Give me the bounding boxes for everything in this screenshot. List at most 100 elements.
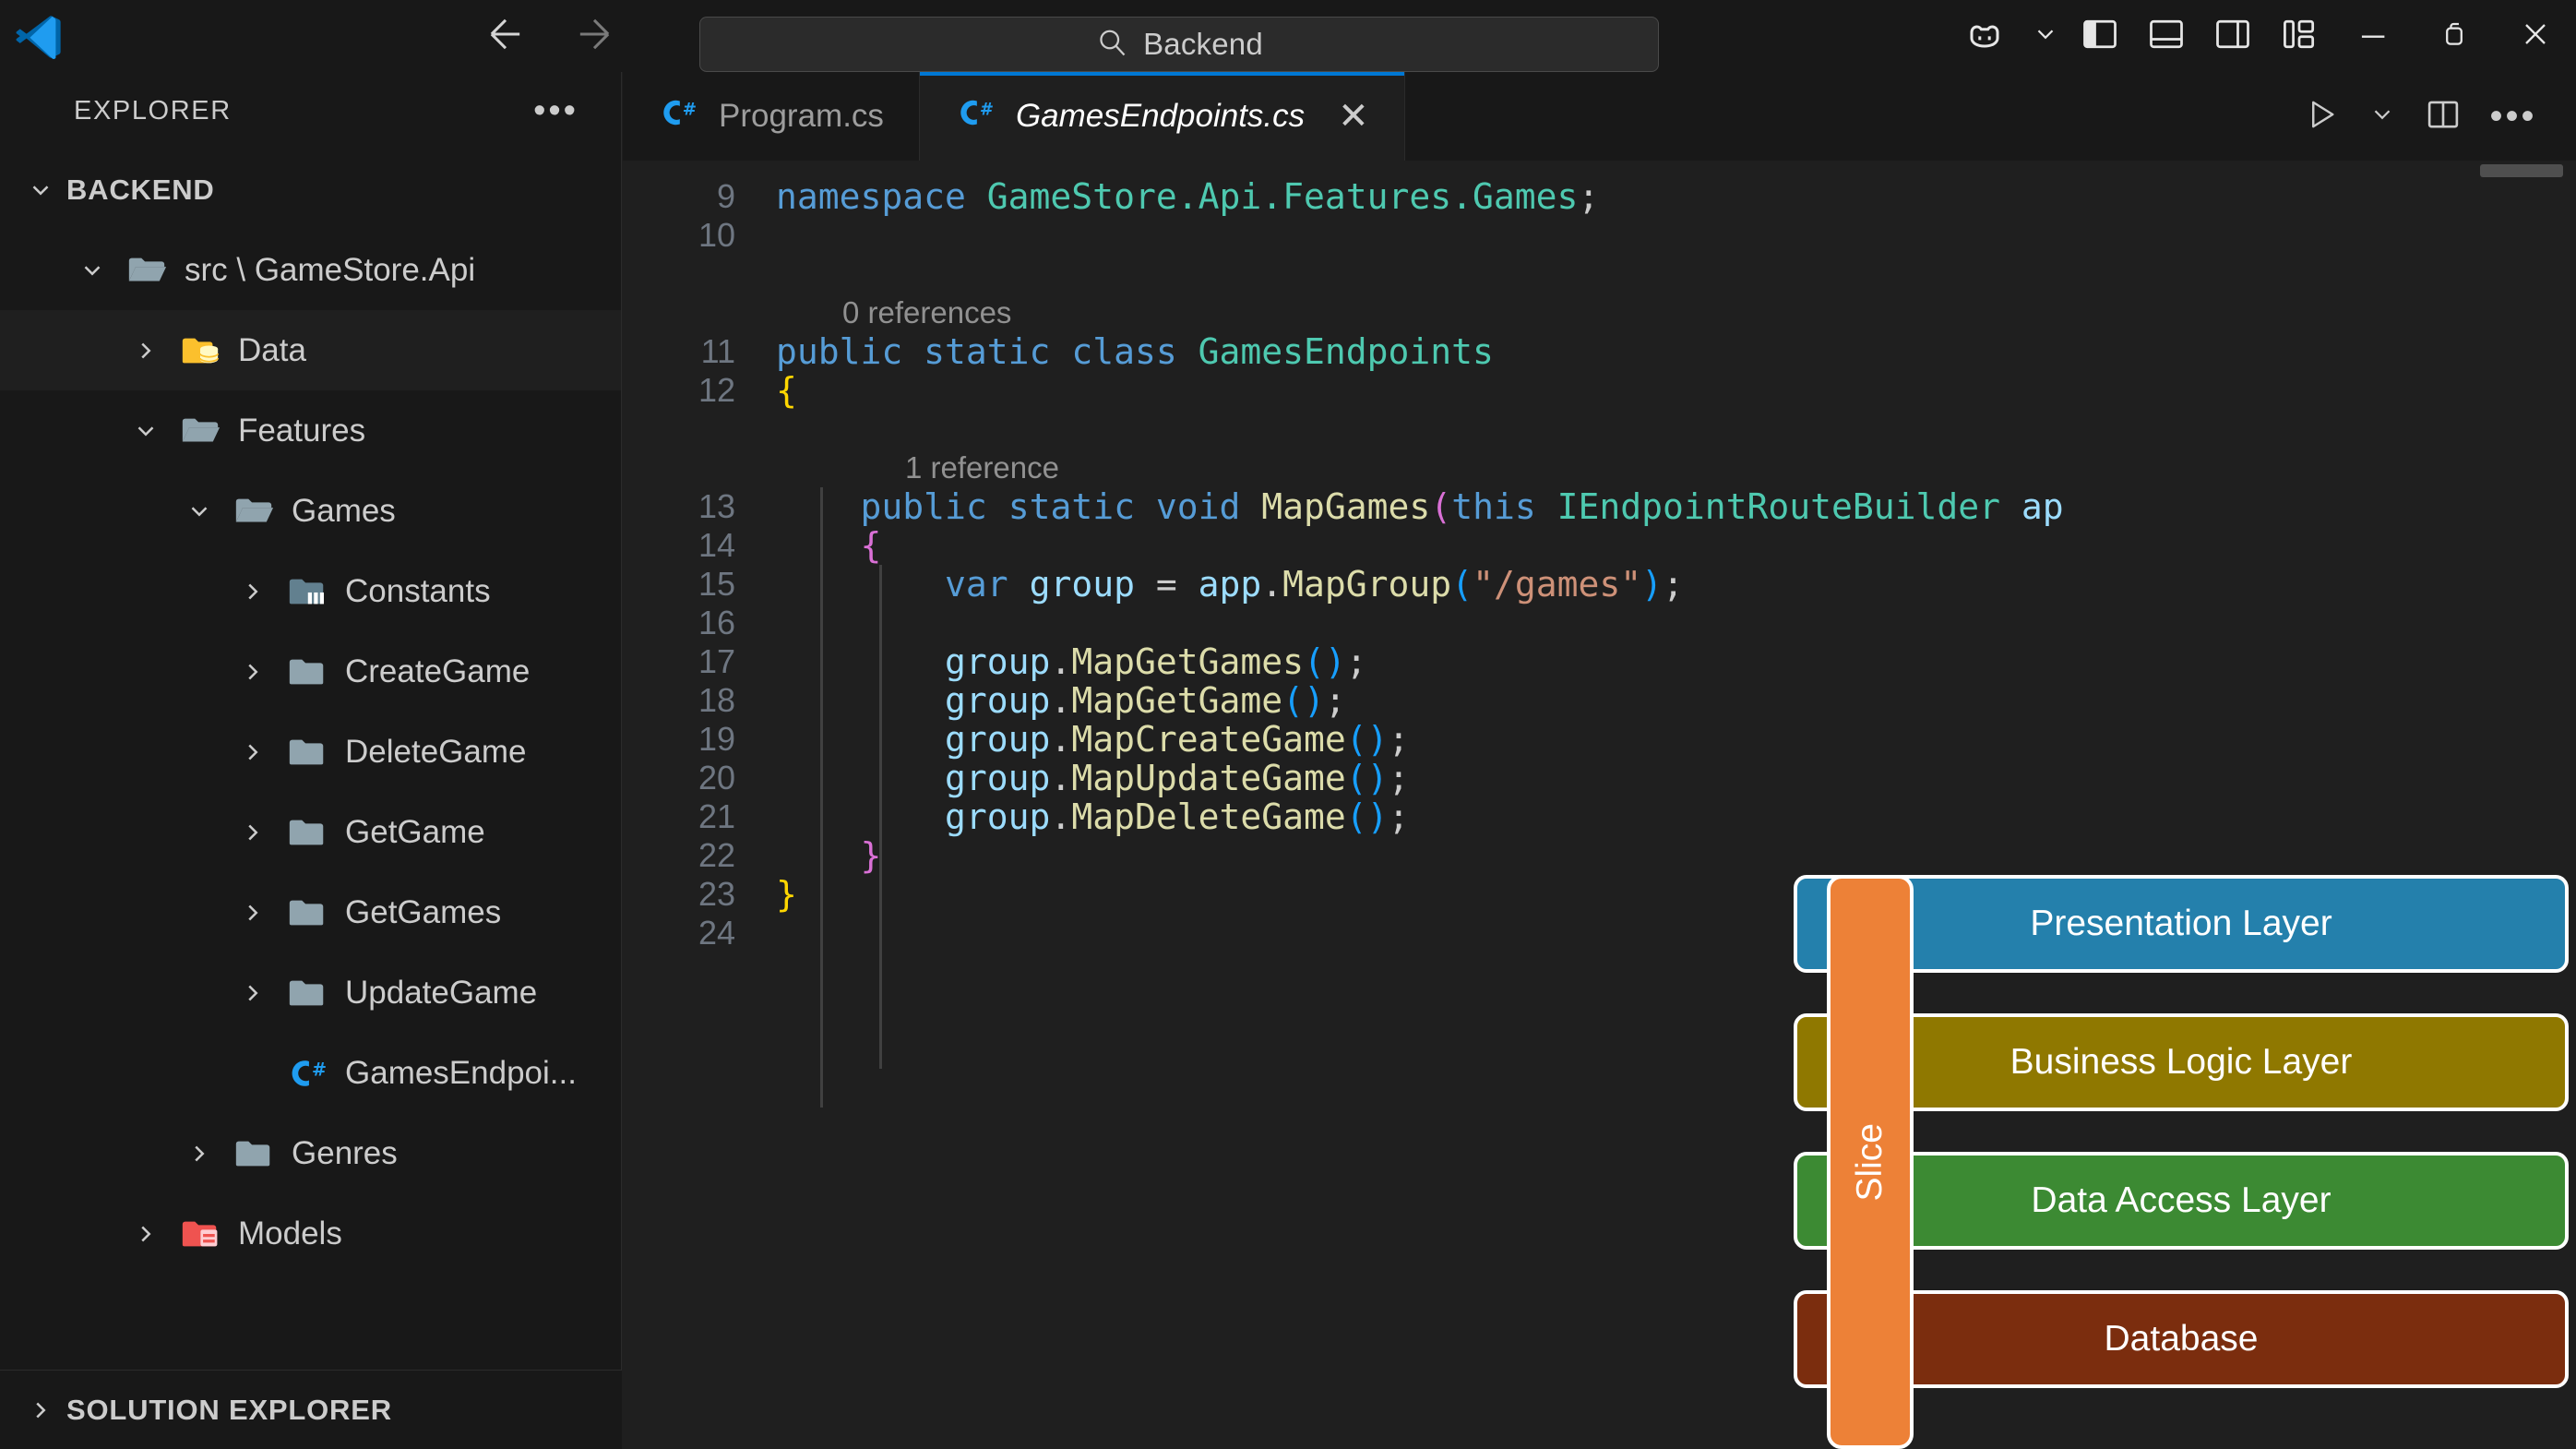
codelens-one-reference[interactable]: 1 reference xyxy=(623,449,2576,487)
chevron-right-icon[interactable] xyxy=(227,899,279,927)
token-method-name: MapGames xyxy=(1261,486,1431,527)
token-paren-close: ) xyxy=(1366,719,1389,760)
solution-explorer-section[interactable]: SOLUTION EXPLORER xyxy=(0,1370,622,1449)
tree-item-backend[interactable]: BACKEND xyxy=(0,150,621,230)
tree-item-src-gamestore-api[interactable]: src \ GameStore.Api xyxy=(0,230,621,310)
code-line: 11 public static class GamesEndpoints xyxy=(623,331,2576,372)
chevron-right-icon[interactable] xyxy=(173,1140,225,1168)
tree-item-models[interactable]: Models xyxy=(0,1193,621,1274)
explorer-sidebar: EXPLORER ••• BACKEND src \ GameStore.Api xyxy=(0,72,622,1449)
toggle-secondary-sidebar-button[interactable] xyxy=(2200,0,2266,72)
navigation-arrows xyxy=(480,0,620,72)
chevron-right-icon[interactable] xyxy=(227,658,279,686)
explorer-more-actions-button[interactable]: ••• xyxy=(533,93,578,128)
token-keyword: public xyxy=(860,486,987,527)
chevron-down-icon[interactable] xyxy=(120,417,172,445)
minimize-icon: ─ xyxy=(2361,18,2385,54)
csharp-file-icon: # xyxy=(955,92,996,141)
explorer-header: EXPLORER ••• xyxy=(0,72,621,150)
tab-close-button[interactable]: ✕ xyxy=(1338,95,1369,138)
token-paren-open: ( xyxy=(1451,564,1473,605)
close-window-button[interactable] xyxy=(2495,0,2576,72)
layer-label: Business Logic Layer xyxy=(2010,1042,2353,1082)
tree-item-label: GetGames xyxy=(345,893,502,930)
search-input-value[interactable]: Backend xyxy=(1143,27,1263,62)
token-keyword: class xyxy=(1071,331,1177,372)
tab-program-cs[interactable]: # Program.cs xyxy=(623,72,920,161)
chevron-down-icon[interactable] xyxy=(173,497,225,525)
copilot-menu-button[interactable] xyxy=(2024,0,2067,72)
token-variable: app xyxy=(1198,564,1262,605)
chevron-down-icon[interactable] xyxy=(15,176,66,204)
run-options-button[interactable] xyxy=(2356,72,2408,161)
editor-more-actions-button[interactable]: ••• xyxy=(2478,72,2548,161)
tree-item-deletegame[interactable]: DeleteGame xyxy=(0,712,621,792)
chevron-right-icon[interactable] xyxy=(15,1396,66,1424)
chevron-right-icon[interactable] xyxy=(227,819,279,846)
folder-models-icon xyxy=(172,1213,229,1255)
tree-item-features[interactable]: Features xyxy=(0,390,621,471)
tree-item-creategame[interactable]: CreateGame xyxy=(0,631,621,712)
chevron-right-icon[interactable] xyxy=(120,337,172,365)
folder-closed-icon xyxy=(279,892,336,934)
token-namespace-name: GameStore.Api.Features.Games xyxy=(986,176,1579,217)
chevron-right-icon[interactable] xyxy=(227,738,279,766)
codelens-label[interactable]: 1 reference xyxy=(905,450,1059,485)
chevron-right-icon[interactable] xyxy=(227,578,279,605)
line-number: 9 xyxy=(716,177,735,215)
token-method-name: MapGetGame xyxy=(1071,680,1283,721)
editor-horizontal-scrollbar[interactable] xyxy=(2480,164,2563,177)
code-line: 17 group.MapGetGames(); xyxy=(623,641,2576,682)
chevron-right-icon[interactable] xyxy=(120,1220,172,1248)
chevron-down-icon[interactable] xyxy=(66,257,118,284)
tree-item-genres[interactable]: Genres xyxy=(0,1113,621,1193)
codelens-label[interactable]: 0 references xyxy=(842,295,1011,330)
line-content: group.MapDeleteGame(); xyxy=(776,796,1409,837)
token-punct: ; xyxy=(1578,176,1600,217)
tree-item-data[interactable]: Data xyxy=(0,310,621,390)
tree-item-getgame[interactable]: GetGame xyxy=(0,792,621,872)
tree-item-games[interactable]: Games xyxy=(0,471,621,551)
forward-button[interactable] xyxy=(568,10,620,62)
code-line: 13 public static void MapGames(this IEnd… xyxy=(623,486,2576,527)
token-dot: . xyxy=(1050,719,1072,760)
svg-text:#: # xyxy=(980,100,994,119)
run-button[interactable] xyxy=(2286,72,2356,161)
csharp-file-icon: # xyxy=(279,1052,336,1095)
csharp-file-icon: # xyxy=(658,92,698,141)
copilot-button[interactable] xyxy=(1945,0,2024,72)
line-number: 14 xyxy=(698,526,735,564)
token-punct: ; xyxy=(1345,641,1367,682)
toggle-primary-sidebar-button[interactable] xyxy=(2067,0,2133,72)
tree-item-label: GamesEndpoi... xyxy=(345,1054,577,1091)
token-paren-open: ( xyxy=(1303,641,1325,682)
line-content: group.MapGetGame(); xyxy=(776,680,1346,721)
chevron-down-icon xyxy=(2368,101,2396,133)
token-paren-close: ) xyxy=(1366,758,1389,798)
chevron-right-icon[interactable] xyxy=(227,979,279,1007)
split-editor-button[interactable] xyxy=(2408,72,2478,161)
customize-layout-button[interactable] xyxy=(2266,0,2332,72)
folder-closed-icon xyxy=(279,811,336,854)
back-button[interactable] xyxy=(480,10,531,62)
toggle-panel-button[interactable] xyxy=(2133,0,2200,72)
tree-item-getgames[interactable]: GetGames xyxy=(0,872,621,952)
vscode-window: Backend ─ EXPLORER ••• BACKEND src \ Gam… xyxy=(0,0,2576,1449)
token-punct: ; xyxy=(1324,680,1346,721)
code-line: 14 { xyxy=(623,525,2576,566)
token-punct: ; xyxy=(1388,719,1410,760)
chevron-down-icon xyxy=(2032,20,2059,53)
arrow-left-icon xyxy=(482,10,530,63)
maximize-button[interactable] xyxy=(2414,0,2495,72)
tab-gamesendpoints-cs[interactable]: # GamesEndpoints.cs ✕ xyxy=(919,72,1405,161)
tree-item-constants[interactable]: Constants xyxy=(0,551,621,631)
command-center-search[interactable]: Backend xyxy=(699,17,1659,72)
line-number: 22 xyxy=(698,836,735,874)
token-brace-open: { xyxy=(860,525,882,566)
codelens-zero-references[interactable]: 0 references xyxy=(623,293,2576,332)
tree-item-updategame[interactable]: UpdateGame xyxy=(0,952,621,1033)
tree-item-gamesendpoints-cs[interactable]: # GamesEndpoi... xyxy=(0,1033,621,1113)
minimize-button[interactable]: ─ xyxy=(2332,0,2414,72)
explorer-title: EXPLORER xyxy=(74,95,232,126)
